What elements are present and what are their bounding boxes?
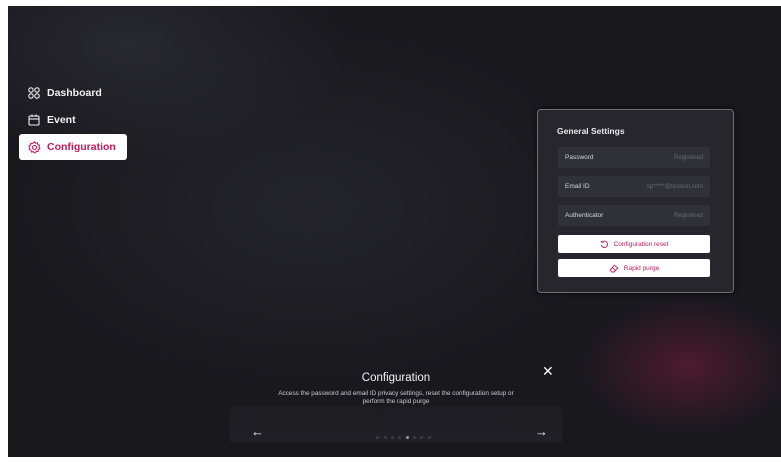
- password-status: Registered: [673, 154, 703, 161]
- email-label: Email ID: [565, 183, 590, 190]
- close-icon[interactable]: ✕: [542, 364, 554, 378]
- app-screen: Dashboard Event Configuration General Se…: [8, 6, 781, 457]
- tour-step-dot[interactable]: [405, 436, 409, 439]
- sidebar-nav: Dashboard Event Configuration: [19, 80, 127, 161]
- tour-step-dot[interactable]: [390, 436, 394, 439]
- sidebar-item-configuration[interactable]: Configuration: [19, 134, 127, 160]
- calendar-icon: [27, 113, 41, 127]
- tour-description: Access the password and email ID privacy…: [278, 390, 514, 405]
- configuration-reset-label: Configuration reset: [613, 240, 669, 248]
- tour-step-dot[interactable]: [376, 436, 380, 439]
- tour-step-dot[interactable]: [383, 436, 387, 439]
- eraser-icon: [609, 264, 619, 273]
- email-row[interactable]: Email ID sp*****@fession.com: [558, 176, 710, 197]
- tour-title: Configuration: [361, 372, 431, 384]
- tour-progress-dots: [374, 436, 433, 439]
- sidebar-item-label: Dashboard: [47, 87, 102, 99]
- tour-step-dot[interactable]: [420, 436, 424, 439]
- authenticator-row[interactable]: Authenticator Registered: [558, 205, 710, 226]
- email-value: sp*****@fession.com: [646, 183, 703, 190]
- authenticator-label: Authenticator: [565, 212, 604, 219]
- general-settings-panel: General Settings Password Registered Ema…: [537, 109, 734, 293]
- sidebar-item-dashboard[interactable]: Dashboard: [19, 80, 127, 106]
- reset-icon: [599, 240, 609, 249]
- tour-step-dot[interactable]: [413, 436, 417, 439]
- arrow-right-icon[interactable]: →: [535, 425, 548, 438]
- sidebar-item-label: Configuration: [47, 141, 116, 153]
- sidebar-item-label: Event: [47, 114, 76, 126]
- password-row[interactable]: Password Registered: [558, 147, 710, 168]
- configuration-reset-button[interactable]: Configuration reset: [558, 235, 710, 253]
- sidebar-item-event[interactable]: Event: [19, 107, 127, 133]
- gear-icon: [27, 140, 41, 154]
- rapid-purge-label: Rapid purge: [623, 264, 660, 272]
- password-label: Password: [565, 154, 594, 161]
- dashboard-icon: [27, 86, 41, 100]
- arrow-left-icon[interactable]: ←: [251, 425, 264, 438]
- panel-title: General Settings: [557, 126, 625, 136]
- tour-step-dot[interactable]: [398, 436, 402, 439]
- rapid-purge-button[interactable]: Rapid purge: [558, 259, 710, 277]
- tour-step-dot[interactable]: [427, 436, 431, 439]
- authenticator-status: Registered: [673, 212, 703, 219]
